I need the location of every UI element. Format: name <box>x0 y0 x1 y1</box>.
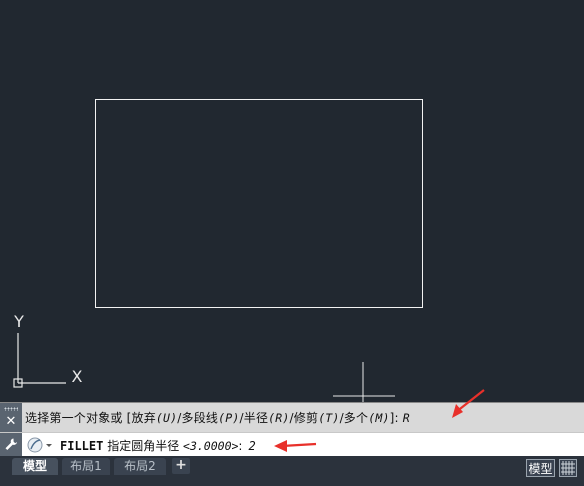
option-undo[interactable]: (U) <box>156 411 177 425</box>
command-prompt: 指定圆角半径 <box>107 439 180 453</box>
close-icon[interactable]: ✕ <box>5 415 17 429</box>
history-segment: 选择第一个对象或 [放弃 <box>25 411 156 425</box>
option-trim[interactable]: (T) <box>318 411 339 425</box>
command-default: <3.0000> <box>183 439 239 453</box>
command-line-left-bar: ✕ <box>0 415 22 457</box>
command-name: FILLET <box>60 439 104 453</box>
history-entered-value: R <box>402 411 410 425</box>
crosshair-cursor <box>333 362 395 402</box>
command-line[interactable]: ✕ FILLET 指定圆角半径 <3.0000>: 2 <box>0 415 584 457</box>
option-pline[interactable]: (P) <box>218 411 239 425</box>
add-layout-button[interactable]: + <box>172 458 190 474</box>
command-entered-value: 2 <box>248 439 256 453</box>
option-radius[interactable]: (R) <box>268 411 289 425</box>
history-segment: ]: <box>389 411 403 425</box>
ucs-icon: Y X <box>13 312 83 388</box>
tab-layout1[interactable]: 布局1 <box>62 458 110 475</box>
command-icon[interactable] <box>26 436 54 454</box>
command-history: 选择第一个对象或 [放弃(U)/多段线(P)/半径(R)/修剪(T)/多个(M)… <box>0 402 584 433</box>
model-space-button[interactable]: 模型 <box>526 459 555 477</box>
ucs-x-label: X <box>72 367 83 386</box>
history-segment: /多段线 <box>177 411 219 425</box>
status-bar: 模型 布局1 布局2 + 模型 <box>0 456 584 486</box>
option-multiple[interactable]: (M) <box>368 411 389 425</box>
history-segment: /修剪 <box>289 411 319 425</box>
drawing-canvas[interactable]: Y X <box>0 0 584 402</box>
tab-model[interactable]: 模型 <box>12 458 58 475</box>
wrench-icon[interactable] <box>4 437 18 453</box>
drawn-rectangle[interactable] <box>95 99 423 308</box>
grid-icon[interactable] <box>559 459 577 477</box>
history-segment: /半径 <box>239 411 269 425</box>
history-segment: /多个 <box>339 411 369 425</box>
ucs-y-label: Y <box>13 312 24 331</box>
command-colon: : <box>238 439 243 453</box>
tab-layout2[interactable]: 布局2 <box>114 458 166 475</box>
history-prompt: 选择第一个对象或 [放弃(U)/多段线(P)/半径(R)/修剪(T)/多个(M)… <box>25 409 410 426</box>
command-input[interactable]: FILLET 指定圆角半径 <3.0000>: 2 <box>60 437 256 454</box>
